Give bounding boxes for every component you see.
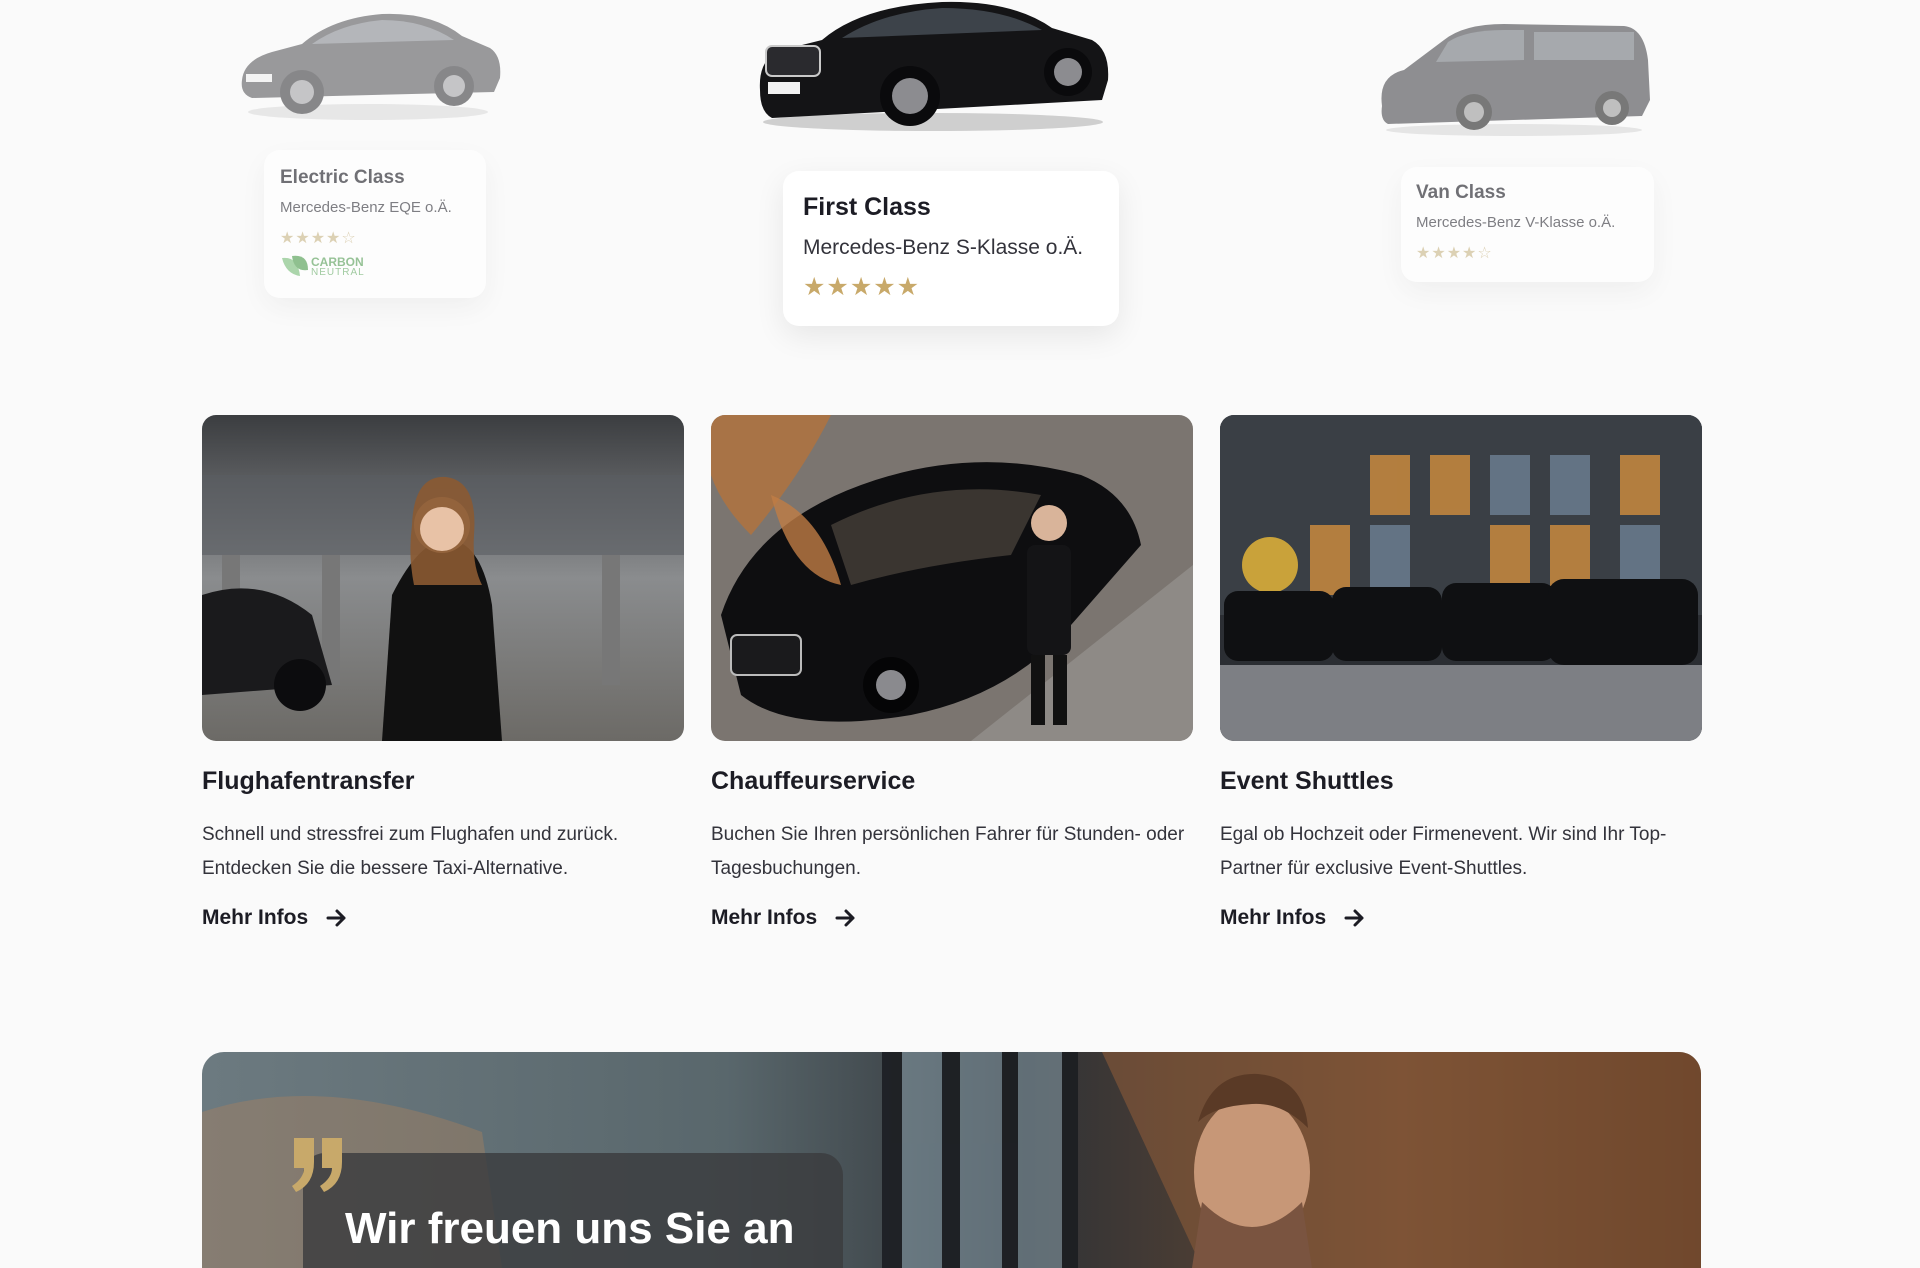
more-info-link[interactable]: Mehr Infos: [1220, 906, 1366, 930]
electric-class-card[interactable]: Electric Class Mercedes-Benz EQE o.Ä. ★★…: [264, 150, 486, 298]
more-info-label: Mehr Infos: [1220, 906, 1327, 929]
event-shuttles-photo: [1220, 415, 1702, 741]
arrow-right-icon: [1344, 909, 1364, 927]
more-info-link[interactable]: Mehr Infos: [202, 906, 348, 930]
testimonial-banner: Wir freuen uns Sie an: [202, 1052, 1701, 1268]
service-airport-transfer: Flughafentransfer Schnell und stressfrei…: [202, 415, 684, 930]
star-rating: ★★★★★: [803, 273, 921, 301]
electric-class-car-image: [232, 0, 504, 125]
class-model: Mercedes-Benz EQE o.Ä.: [280, 199, 452, 216]
testimonial-heading: Wir freuen uns Sie an: [345, 1204, 795, 1253]
more-info-label: Mehr Infos: [202, 906, 309, 929]
chauffeur-photo: [711, 415, 1193, 741]
van-class-car-image: [1374, 20, 1654, 140]
class-model: Mercedes-Benz S-Klasse o.Ä.: [803, 236, 1084, 259]
arrow-right-icon: [835, 909, 855, 927]
service-event-shuttles: Event Shuttles Egal ob Hochzeit oder Fir…: [1220, 415, 1702, 930]
class-model: Mercedes-Benz V-Klasse o.Ä.: [1416, 214, 1616, 231]
arrow-right-icon: [326, 909, 346, 927]
quote-icon: [292, 1138, 342, 1192]
star-rating: ★★★★☆: [280, 230, 357, 247]
service-title: Flughafentransfer: [202, 767, 415, 795]
more-info-link[interactable]: Mehr Infos: [711, 906, 857, 930]
airport-transfer-photo: [202, 415, 684, 741]
more-info-label: Mehr Infos: [711, 906, 818, 929]
leaf-icon: [282, 255, 308, 276]
class-title: Electric Class: [280, 167, 405, 188]
service-title: Event Shuttles: [1220, 767, 1394, 795]
first-class-car-image: [752, 0, 1114, 135]
carbon-neutral-badge: CARBON NEUTRAL: [280, 254, 470, 280]
class-title: Van Class: [1416, 182, 1506, 203]
star-rating: ★★★★☆: [1416, 245, 1493, 262]
class-title: First Class: [803, 193, 931, 221]
service-title: Chauffeurservice: [711, 767, 916, 795]
van-class-card[interactable]: Van Class Mercedes-Benz V-Klasse o.Ä. ★★…: [1401, 167, 1654, 282]
service-description: Buchen Sie Ihren persönlichen Fahrer für…: [711, 824, 1185, 879]
first-class-card[interactable]: First Class Mercedes-Benz S-Klasse o.Ä. …: [783, 171, 1119, 326]
service-chauffeur: Chauffeurservice Buchen Sie Ihren persön…: [711, 415, 1193, 930]
neutral-label: NEUTRAL: [311, 267, 365, 278]
service-description: Egal ob Hochzeit oder Firmenevent. Wir s…: [1220, 824, 1667, 879]
service-description: Schnell und stressfrei zum Flughafen und…: [202, 824, 619, 879]
